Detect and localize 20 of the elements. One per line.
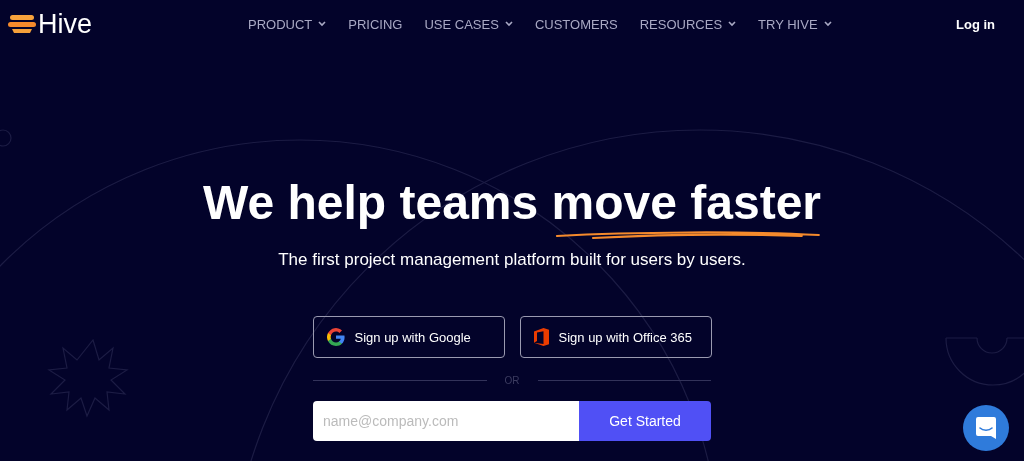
email-field[interactable]: name@company.com bbox=[313, 401, 579, 441]
divider-label: OR bbox=[504, 375, 520, 386]
google-icon bbox=[326, 328, 345, 346]
logo-icon bbox=[8, 14, 36, 34]
subtitle: The first project management platform built for users by users. bbox=[278, 250, 746, 270]
login-link[interactable]: Log in bbox=[956, 16, 995, 32]
nav-link[interactable]: CUSTOMERS bbox=[534, 16, 618, 32]
nav-link[interactable]: PRICING bbox=[348, 16, 403, 32]
headline: We help teams move faster bbox=[202, 175, 821, 231]
brand-name: Hive bbox=[38, 8, 92, 40]
chat-button[interactable] bbox=[963, 405, 1009, 451]
signup-button[interactable]: Sign up with Google bbox=[312, 316, 505, 358]
nav-link[interactable]: TRY HIVE bbox=[758, 16, 832, 32]
signup-button[interactable]: Sign up with Office 365 bbox=[519, 316, 712, 358]
nav-link[interactable]: PRODUCT bbox=[248, 16, 327, 32]
nav-link[interactable]: RESOURCES bbox=[639, 16, 737, 32]
get-started-button[interactable]: Get Started bbox=[579, 401, 711, 441]
nav-link[interactable]: USE CASES bbox=[424, 16, 513, 32]
chat-icon bbox=[975, 416, 997, 440]
office-icon bbox=[533, 328, 549, 346]
